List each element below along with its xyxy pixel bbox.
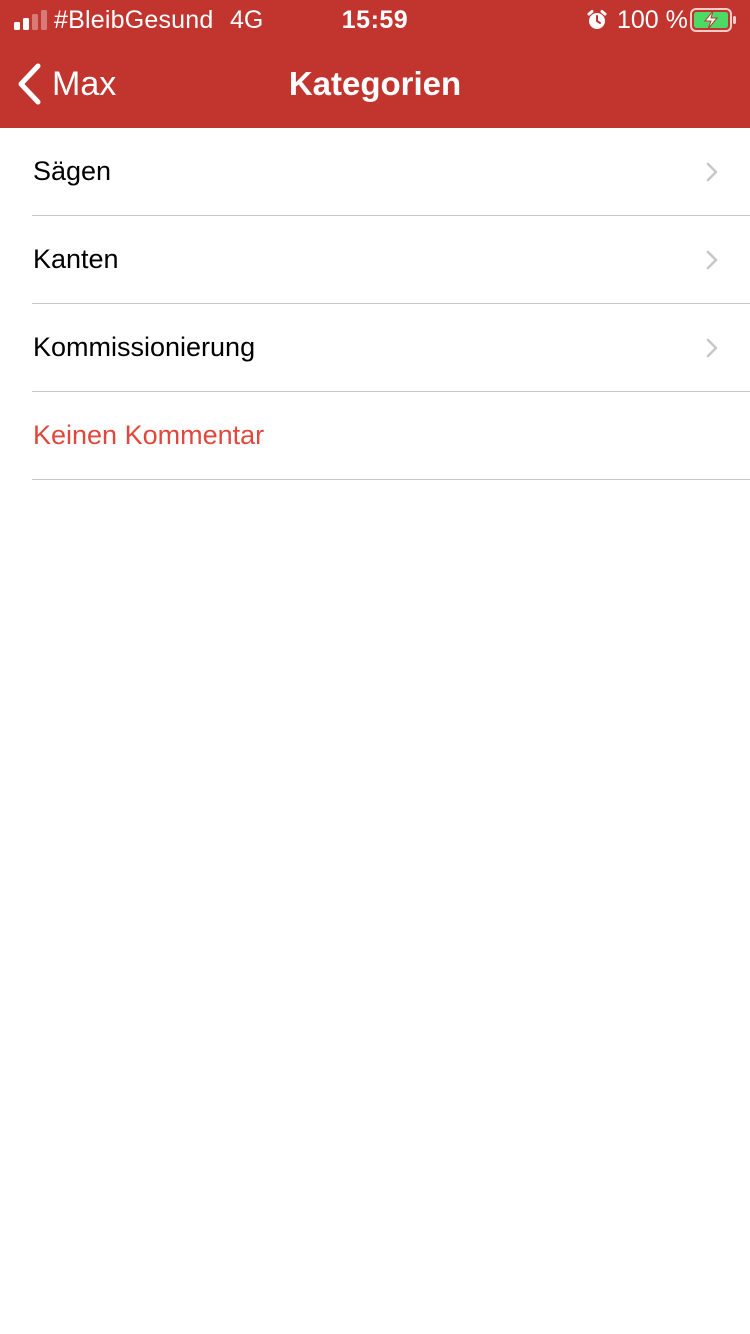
list-item-kommissionierung[interactable]: Kommissionierung bbox=[0, 304, 750, 392]
chevron-right-icon bbox=[706, 338, 718, 358]
chevron-right-icon bbox=[706, 162, 718, 182]
chevron-right-icon bbox=[706, 250, 718, 270]
list-item-label: Kommissionierung bbox=[33, 332, 256, 362]
category-list: Sägen Kanten Kommissionierung Keinen Kom… bbox=[0, 128, 750, 480]
back-button-label: Max bbox=[52, 65, 117, 103]
list-item-label: Kanten bbox=[33, 244, 119, 274]
no-comment-button[interactable]: Keinen Kommentar bbox=[0, 392, 750, 480]
chevron-left-icon bbox=[18, 63, 41, 105]
list-item-saegen[interactable]: Sägen bbox=[0, 128, 750, 216]
battery-percentage: 100 % bbox=[617, 6, 688, 34]
no-comment-label: Keinen Kommentar bbox=[33, 420, 265, 450]
list-item-kanten[interactable]: Kanten bbox=[0, 216, 750, 304]
navigation-header: #BleibGesund 4G 15:59 100 % Max Kategori… bbox=[0, 0, 750, 128]
alarm-icon bbox=[587, 10, 607, 29]
separator bbox=[32, 479, 750, 480]
back-button[interactable]: Max bbox=[16, 60, 116, 108]
status-bar: #BleibGesund 4G 15:59 100 % bbox=[0, 0, 750, 40]
battery-charging-icon bbox=[690, 8, 736, 32]
list-item-label: Sägen bbox=[33, 156, 112, 186]
